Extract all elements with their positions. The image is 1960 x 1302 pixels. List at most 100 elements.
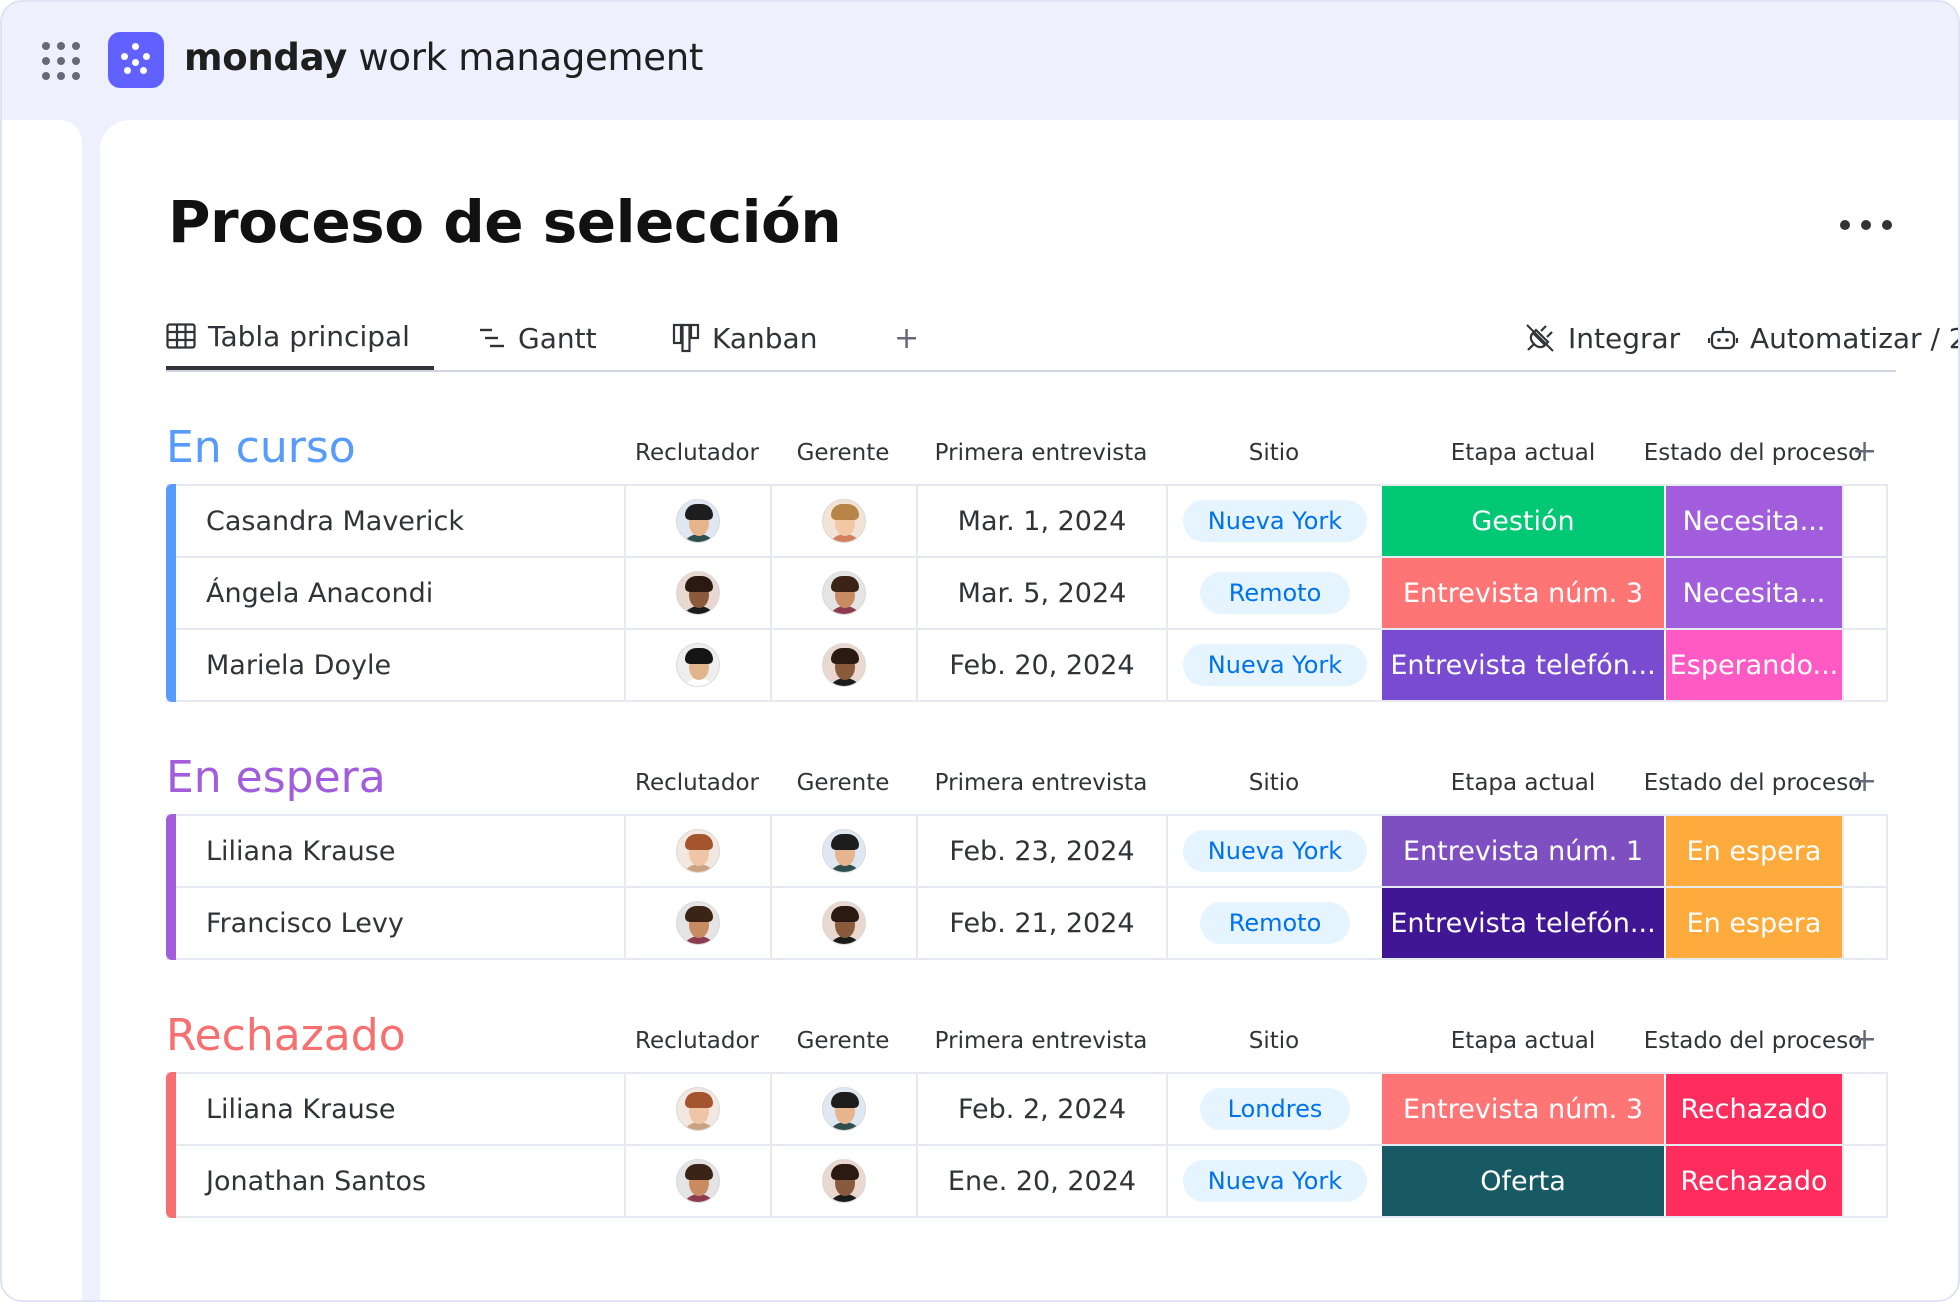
stage-status[interactable]: Entrevista telefón...	[1382, 630, 1664, 700]
date-cell[interactable]: Ene. 20, 2024	[916, 1146, 1166, 1216]
gantt-icon	[480, 328, 504, 348]
automate-label: Automatizar / 2	[1750, 321, 1960, 355]
process-status[interactable]: Rechazado	[1664, 1146, 1842, 1216]
table-row[interactable]: Francisco Levy Feb. 21, 2024 Remoto Entrevi…	[166, 886, 1888, 960]
item-name[interactable]: Liliana Krause	[176, 1074, 624, 1144]
date-cell[interactable]: Mar. 5, 2024	[916, 558, 1166, 628]
table-row[interactable]: Jonathan Santos Ene. 20, 2024 Nueva York Of…	[166, 1144, 1888, 1218]
recruiter-cell[interactable]	[624, 630, 770, 700]
group-title[interactable]: En curso	[166, 422, 356, 473]
site-cell[interactable]: Nueva York	[1166, 630, 1382, 700]
site-label: Londres	[1200, 1088, 1350, 1130]
automate-button[interactable]: Automatizar / 2	[1708, 306, 1960, 370]
empty-cell	[1842, 630, 1888, 700]
site-cell[interactable]: Londres	[1166, 1074, 1382, 1144]
recruiter-cell[interactable]	[624, 816, 770, 886]
table-row[interactable]: Casandra Maverick Mar. 1, 2024 Nueva York G…	[166, 484, 1888, 558]
manager-cell[interactable]	[770, 888, 916, 958]
avatar-asian-man[interactable]	[822, 829, 866, 873]
item-name[interactable]: Ángela Anacondi	[176, 558, 624, 628]
more-options-icon[interactable]	[1840, 220, 1892, 232]
recruiter-cell[interactable]	[624, 486, 770, 556]
date-cell[interactable]: Mar. 1, 2024	[916, 486, 1166, 556]
avatar-redhead-woman[interactable]	[676, 1087, 720, 1131]
site-cell[interactable]: Nueva York	[1166, 1146, 1382, 1216]
manager-cell[interactable]	[770, 486, 916, 556]
stage-status[interactable]: Entrevista núm. 3	[1382, 1074, 1664, 1144]
add-view-button[interactable]: +	[894, 306, 919, 370]
table-row[interactable]: Mariela Doyle Feb. 20, 2024 Nueva York Entr…	[166, 628, 1888, 702]
site-cell[interactable]: Remoto	[1166, 558, 1382, 628]
integrate-button[interactable]: Integrar	[1524, 306, 1680, 370]
column-header-status[interactable]: Estado del proceso	[1634, 1028, 1872, 1054]
column-header-status[interactable]: Estado del proceso	[1634, 770, 1872, 796]
site-cell[interactable]: Nueva York	[1166, 486, 1382, 556]
process-status[interactable]: Necesita...	[1664, 486, 1842, 556]
avatar-asian-man[interactable]	[676, 499, 720, 543]
avatar-redhead-woman[interactable]	[676, 829, 720, 873]
tab-kanban[interactable]: Kanban	[672, 306, 817, 370]
add-column-button[interactable]: +	[1852, 764, 1877, 799]
group-title[interactable]: Rechazado	[166, 1010, 406, 1061]
stage-status[interactable]: Entrevista telefón...	[1382, 888, 1664, 958]
manager-cell[interactable]	[770, 1074, 916, 1144]
recruiter-cell[interactable]	[624, 1146, 770, 1216]
process-status[interactable]: En espera	[1664, 888, 1842, 958]
date-cell[interactable]: Feb. 20, 2024	[916, 630, 1166, 700]
item-name[interactable]: Jonathan Santos	[176, 1146, 624, 1216]
tab-gantt[interactable]: Gantt	[478, 306, 597, 370]
tab-main-table[interactable]: Tabla principal	[166, 306, 434, 370]
group-table: Liliana Krause Feb. 2, 2024 Londres Entrevi…	[166, 1072, 1888, 1218]
date-cell[interactable]: Feb. 21, 2024	[916, 888, 1166, 958]
tab-label: Gantt	[518, 321, 597, 355]
recruiter-cell[interactable]	[624, 558, 770, 628]
add-column-button[interactable]: +	[1852, 434, 1877, 469]
group-color-bar	[166, 814, 176, 888]
avatar-bearded-man[interactable]	[676, 1159, 720, 1203]
recruiter-cell[interactable]	[624, 1074, 770, 1144]
site-cell[interactable]: Remoto	[1166, 888, 1382, 958]
item-name[interactable]: Mariela Doyle	[176, 630, 624, 700]
manager-cell[interactable]	[770, 816, 916, 886]
item-name[interactable]: Francisco Levy	[176, 888, 624, 958]
avatar-asian-man[interactable]	[822, 1087, 866, 1131]
empty-cell	[1842, 558, 1888, 628]
stage-status[interactable]: Entrevista núm. 1	[1382, 816, 1664, 886]
stage-status[interactable]: Gestión	[1382, 486, 1664, 556]
avatar-curly-woman[interactable]	[676, 571, 720, 615]
process-status[interactable]: En espera	[1664, 816, 1842, 886]
date-cell[interactable]: Feb. 2, 2024	[916, 1074, 1166, 1144]
process-status[interactable]: Rechazado	[1664, 1074, 1842, 1144]
table-row[interactable]: Liliana Krause Feb. 23, 2024 Nueva York Ent…	[166, 814, 1888, 888]
table-row[interactable]: Ángela Anacondi Mar. 5, 2024 Remoto Entrevi…	[166, 556, 1888, 630]
column-header-status[interactable]: Estado del proceso	[1634, 440, 1872, 466]
process-status[interactable]: Necesita...	[1664, 558, 1842, 628]
process-status[interactable]: Esperando...	[1664, 630, 1842, 700]
manager-cell[interactable]	[770, 630, 916, 700]
apps-grid-icon[interactable]	[42, 42, 80, 80]
item-name[interactable]: Casandra Maverick	[176, 486, 624, 556]
add-column-button[interactable]: +	[1852, 1022, 1877, 1057]
avatar-curly-woman[interactable]	[822, 1159, 866, 1203]
group-table: Liliana Krause Feb. 23, 2024 Nueva York Ent…	[166, 814, 1888, 960]
avatar-curly-woman[interactable]	[822, 901, 866, 945]
site-cell[interactable]: Nueva York	[1166, 816, 1382, 886]
avatar-blonde-woman[interactable]	[822, 499, 866, 543]
avatar-bearded-man[interactable]	[822, 571, 866, 615]
table-row[interactable]: Liliana Krause Feb. 2, 2024 Londres Entrevi…	[166, 1072, 1888, 1146]
manager-cell[interactable]	[770, 1146, 916, 1216]
empty-cell	[1842, 1146, 1888, 1216]
recruiter-cell[interactable]	[624, 888, 770, 958]
avatar-bearded-man[interactable]	[676, 901, 720, 945]
date-cell[interactable]: Feb. 23, 2024	[916, 816, 1166, 886]
group-title[interactable]: En espera	[166, 752, 386, 803]
stage-status[interactable]: Oferta	[1382, 1146, 1664, 1216]
board-panel: Proceso de selección Tabla principal Gan…	[100, 120, 1960, 1300]
site-label: Nueva York	[1183, 830, 1367, 872]
stage-status[interactable]: Entrevista núm. 3	[1382, 558, 1664, 628]
avatar-smiling-man[interactable]	[676, 643, 720, 687]
empty-cell	[1842, 1074, 1888, 1144]
manager-cell[interactable]	[770, 558, 916, 628]
item-name[interactable]: Liliana Krause	[176, 816, 624, 886]
avatar-curly-woman[interactable]	[822, 643, 866, 687]
